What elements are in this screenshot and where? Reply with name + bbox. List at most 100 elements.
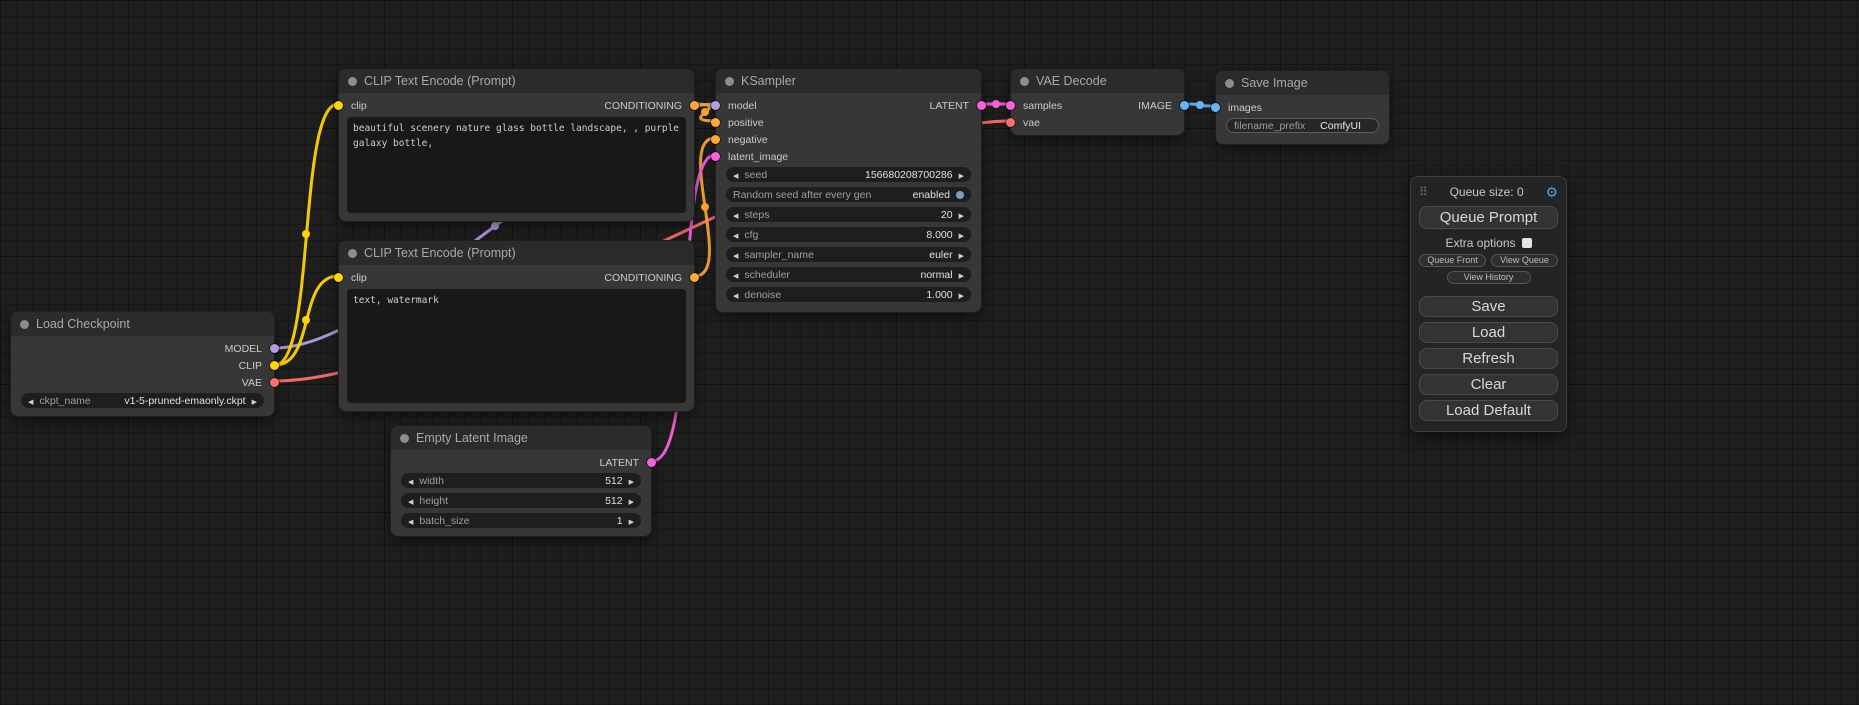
increment-arrow-icon[interactable] <box>959 209 964 221</box>
scheduler-widget[interactable]: scheduler normal <box>726 267 971 282</box>
collapse-dot[interactable] <box>1225 79 1234 88</box>
increment-arrow-icon[interactable] <box>959 229 964 241</box>
collapse-dot[interactable] <box>400 434 409 443</box>
collapse-dot[interactable] <box>348 249 357 258</box>
clear-button[interactable]: Clear <box>1419 374 1558 395</box>
increment-arrow-icon[interactable] <box>629 475 634 487</box>
queue-front-button[interactable]: Queue Front <box>1419 254 1486 267</box>
ckpt-name-widget[interactable]: ckpt_name v1-5-pruned-emaonly.ckpt <box>21 393 264 408</box>
increment-arrow-icon[interactable] <box>629 495 634 507</box>
view-history-button[interactable]: View History <box>1447 271 1531 284</box>
decrement-arrow-icon[interactable] <box>408 515 413 527</box>
widget-label: height <box>419 495 448 507</box>
node-title-bar[interactable]: CLIP Text Encode (Prompt) <box>339 241 694 265</box>
clip-input-port[interactable] <box>334 101 343 110</box>
denoise-widget[interactable]: denoise 1.000 <box>726 287 971 302</box>
save-button[interactable]: Save <box>1419 296 1558 317</box>
collapse-dot[interactable] <box>348 77 357 86</box>
node-ksampler[interactable]: KSampler model LATENT positive negative … <box>715 68 982 313</box>
vae-output-port[interactable] <box>270 378 279 387</box>
latent-image-input-label: latent_image <box>728 151 788 163</box>
load-default-button[interactable]: Load Default <box>1419 400 1558 421</box>
decrement-arrow-icon[interactable] <box>733 169 738 181</box>
extra-options-checkbox[interactable] <box>1522 238 1532 248</box>
decrement-arrow-icon[interactable] <box>408 495 413 507</box>
latent-image-input-port[interactable] <box>711 152 720 161</box>
prev-arrow-icon[interactable] <box>28 395 33 407</box>
vae-input-port[interactable] <box>1006 118 1015 127</box>
collapse-dot[interactable] <box>20 320 29 329</box>
slot-row: latent_image <box>716 148 981 165</box>
node-title: Save Image <box>1241 76 1308 90</box>
next-arrow-icon[interactable] <box>252 395 257 407</box>
queue-prompt-button[interactable]: Queue Prompt <box>1419 206 1558 229</box>
prompt-textarea[interactable]: beautiful scenery nature glass bottle la… <box>347 117 686 213</box>
slot-row: vae <box>1011 114 1184 131</box>
node-title-bar[interactable]: Save Image <box>1216 71 1389 95</box>
drag-handle-icon[interactable]: ⠿ <box>1419 185 1428 199</box>
filename-prefix-widget[interactable]: filename_prefix ComfyUI <box>1226 118 1379 133</box>
collapse-dot[interactable] <box>1020 77 1029 86</box>
node-clip-text-encode-negative[interactable]: CLIP Text Encode (Prompt) clip CONDITION… <box>338 240 695 412</box>
conditioning-output-port[interactable] <box>690 273 699 282</box>
clip-output-port[interactable] <box>270 361 279 370</box>
clip-input-port[interactable] <box>334 273 343 282</box>
model-output-port[interactable] <box>270 344 279 353</box>
node-title: VAE Decode <box>1036 74 1107 88</box>
settings-gear-icon[interactable]: ⚙ <box>1545 185 1558 199</box>
seed-widget[interactable]: seed 156680208700286 <box>726 167 971 182</box>
latent-output-port[interactable] <box>977 101 986 110</box>
view-queue-button[interactable]: View Queue <box>1491 254 1558 267</box>
increment-arrow-icon[interactable] <box>629 515 634 527</box>
refresh-button[interactable]: Refresh <box>1419 348 1558 369</box>
collapse-dot[interactable] <box>725 77 734 86</box>
decrement-arrow-icon[interactable] <box>733 269 738 281</box>
decrement-arrow-icon[interactable] <box>733 209 738 221</box>
slot-row: model LATENT <box>716 97 981 114</box>
height-widget[interactable]: height 512 <box>401 493 641 508</box>
increment-arrow-icon[interactable] <box>959 249 964 261</box>
history-row: View History <box>1419 271 1558 284</box>
node-title: CLIP Text Encode (Prompt) <box>364 74 516 88</box>
node-title-bar[interactable]: Empty Latent Image <box>391 426 651 450</box>
width-widget[interactable]: width 512 <box>401 473 641 488</box>
slot-row: clip CONDITIONING <box>339 97 694 114</box>
menu-header: ⠿ Queue size: 0 ⚙ <box>1419 183 1558 201</box>
prompt-textarea[interactable]: text, watermark <box>347 289 686 403</box>
decrement-arrow-icon[interactable] <box>733 289 738 301</box>
decrement-arrow-icon[interactable] <box>408 475 413 487</box>
node-load-checkpoint[interactable]: Load Checkpoint MODEL CLIP VAE ckpt_name… <box>10 311 275 417</box>
image-output-port[interactable] <box>1180 101 1189 110</box>
increment-arrow-icon[interactable] <box>959 289 964 301</box>
samples-input-port[interactable] <box>1006 101 1015 110</box>
model-input-port[interactable] <box>711 101 720 110</box>
node-save-image[interactable]: Save Image images filename_prefix ComfyU… <box>1215 70 1390 145</box>
increment-arrow-icon[interactable] <box>959 169 964 181</box>
batch-size-widget[interactable]: batch_size 1 <box>401 513 641 528</box>
toggle-dot-icon[interactable] <box>956 191 964 199</box>
node-vae-decode[interactable]: VAE Decode samples IMAGE vae <box>1010 68 1185 136</box>
node-empty-latent-image[interactable]: Empty Latent Image LATENT width 512 heig… <box>390 425 652 537</box>
images-input-port[interactable] <box>1211 103 1220 112</box>
increment-arrow-icon[interactable] <box>959 269 964 281</box>
sampler-name-widget[interactable]: sampler_name euler <box>726 247 971 262</box>
decrement-arrow-icon[interactable] <box>733 249 738 261</box>
steps-widget[interactable]: steps 20 <box>726 207 971 222</box>
random-seed-toggle-widget[interactable]: Random seed after every gen enabled <box>726 187 971 202</box>
positive-input-port[interactable] <box>711 118 720 127</box>
widget-value: v1-5-pruned-emaonly.ckpt <box>124 395 245 407</box>
load-button[interactable]: Load <box>1419 322 1558 343</box>
node-title-bar[interactable]: CLIP Text Encode (Prompt) <box>339 69 694 93</box>
conditioning-output-port[interactable] <box>690 101 699 110</box>
node-clip-text-encode-positive[interactable]: CLIP Text Encode (Prompt) clip CONDITION… <box>338 68 695 222</box>
node-graph-canvas[interactable]: Load Checkpoint MODEL CLIP VAE ckpt_name… <box>0 0 1859 705</box>
node-title-bar[interactable]: VAE Decode <box>1011 69 1184 93</box>
clip-output-label: CLIP <box>239 360 262 372</box>
node-title-bar[interactable]: Load Checkpoint <box>11 312 274 336</box>
latent-output-port[interactable] <box>647 458 656 467</box>
cfg-widget[interactable]: cfg 8.000 <box>726 227 971 242</box>
negative-input-port[interactable] <box>711 135 720 144</box>
decrement-arrow-icon[interactable] <box>733 229 738 241</box>
slot-row: LATENT <box>391 454 651 471</box>
node-title-bar[interactable]: KSampler <box>716 69 981 93</box>
